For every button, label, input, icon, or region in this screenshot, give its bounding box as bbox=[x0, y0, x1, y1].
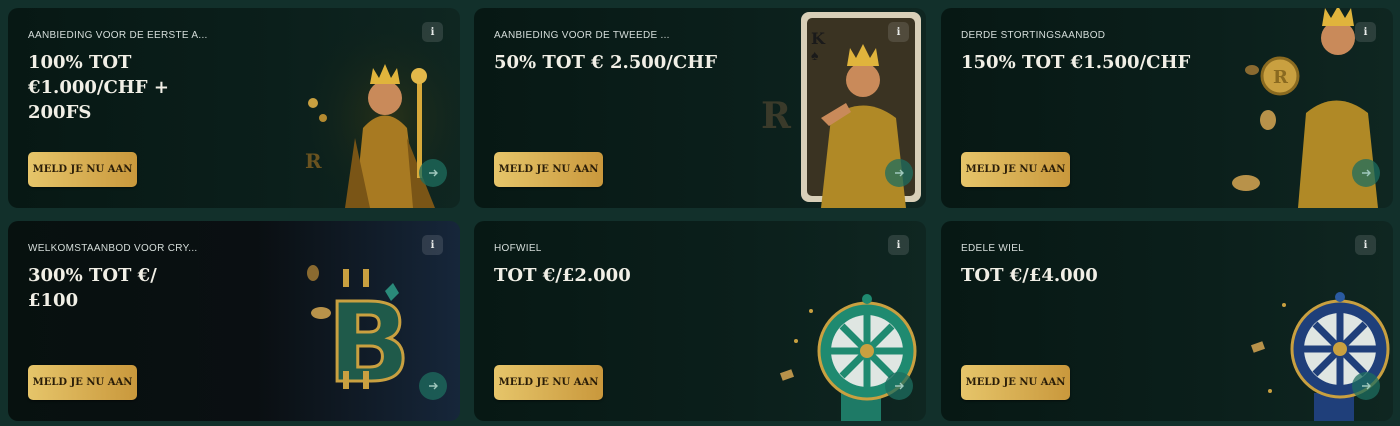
signup-button[interactable]: MELD JE NU AAN bbox=[961, 152, 1070, 187]
arrow-right-icon[interactable] bbox=[419, 372, 447, 400]
arrow-right-icon[interactable] bbox=[1352, 372, 1380, 400]
info-icon[interactable]: i bbox=[1355, 235, 1376, 255]
signup-button[interactable]: MELD JE NU AAN bbox=[494, 365, 603, 400]
card-subtitle: EDELE WIEL bbox=[961, 243, 1025, 254]
card-heading: TOT €/£4.000 bbox=[961, 265, 1098, 286]
svg-text:R: R bbox=[305, 149, 322, 173]
svg-text:♠: ♠ bbox=[811, 47, 819, 63]
promo-card-third-deposit[interactable]: R DERDE STORTINGSAANBOD 150% TOT €1.500/… bbox=[941, 8, 1393, 208]
signup-button[interactable]: MELD JE NU AAN bbox=[494, 152, 603, 187]
svg-text:R: R bbox=[1273, 67, 1289, 88]
promo-card-first-deposit[interactable]: R AANBIEDING VOOR DE EERSTE A... 100% TO… bbox=[8, 8, 460, 208]
promo-card-second-deposit[interactable]: K ♠ R AANBIEDING VOOR DE TWEEDE ... 50% … bbox=[474, 8, 926, 208]
card-heading: TOT €/£2.000 bbox=[494, 265, 631, 286]
card-subtitle: AANBIEDING VOOR DE TWEEDE ... bbox=[494, 30, 670, 41]
card-heading: 300% TOT €/£100 bbox=[28, 265, 157, 311]
info-icon[interactable]: i bbox=[888, 235, 909, 255]
card-heading: 150% TOT €1.500/CHF bbox=[961, 52, 1191, 73]
arrow-right-icon[interactable] bbox=[419, 159, 447, 187]
promo-card-court-wheel[interactable]: HOFWIEL TOT €/£2.000 MELD JE NU AAN i bbox=[474, 221, 926, 421]
card-heading: 50% TOT € 2.500/CHF bbox=[494, 52, 717, 73]
arrow-right-icon[interactable] bbox=[1352, 159, 1380, 187]
promo-card-crypto-welcome[interactable]: B WELKOMSTAANBOD VOOR CRY... 300% TOT €/… bbox=[8, 221, 460, 421]
card-subtitle: DERDE STORTINGSAANBOD bbox=[961, 30, 1106, 41]
arrow-right-icon[interactable] bbox=[885, 372, 913, 400]
svg-text:R: R bbox=[761, 95, 792, 137]
info-icon[interactable]: i bbox=[888, 22, 909, 42]
svg-text:K: K bbox=[811, 29, 826, 48]
card-subtitle: WELKOMSTAANBOD VOOR CRY... bbox=[28, 243, 198, 254]
info-icon[interactable]: i bbox=[422, 235, 443, 255]
card-subtitle: HOFWIEL bbox=[494, 243, 542, 254]
card-subtitle: AANBIEDING VOOR DE EERSTE A... bbox=[28, 30, 208, 41]
signup-button[interactable]: MELD JE NU AAN bbox=[961, 365, 1070, 400]
promo-card-noble-wheel[interactable]: EDELE WIEL TOT €/£4.000 MELD JE NU AAN i bbox=[941, 221, 1393, 421]
arrow-right-icon[interactable] bbox=[885, 159, 913, 187]
signup-button[interactable]: MELD JE NU AAN bbox=[28, 365, 137, 400]
card-heading: 100% TOT €1.000/CHF + 200FS bbox=[28, 52, 169, 123]
info-icon[interactable]: i bbox=[422, 22, 443, 42]
info-icon[interactable]: i bbox=[1355, 22, 1376, 42]
signup-button[interactable]: MELD JE NU AAN bbox=[28, 152, 137, 187]
promotions-grid: R AANBIEDING VOOR DE EERSTE A... 100% TO… bbox=[8, 8, 1393, 421]
